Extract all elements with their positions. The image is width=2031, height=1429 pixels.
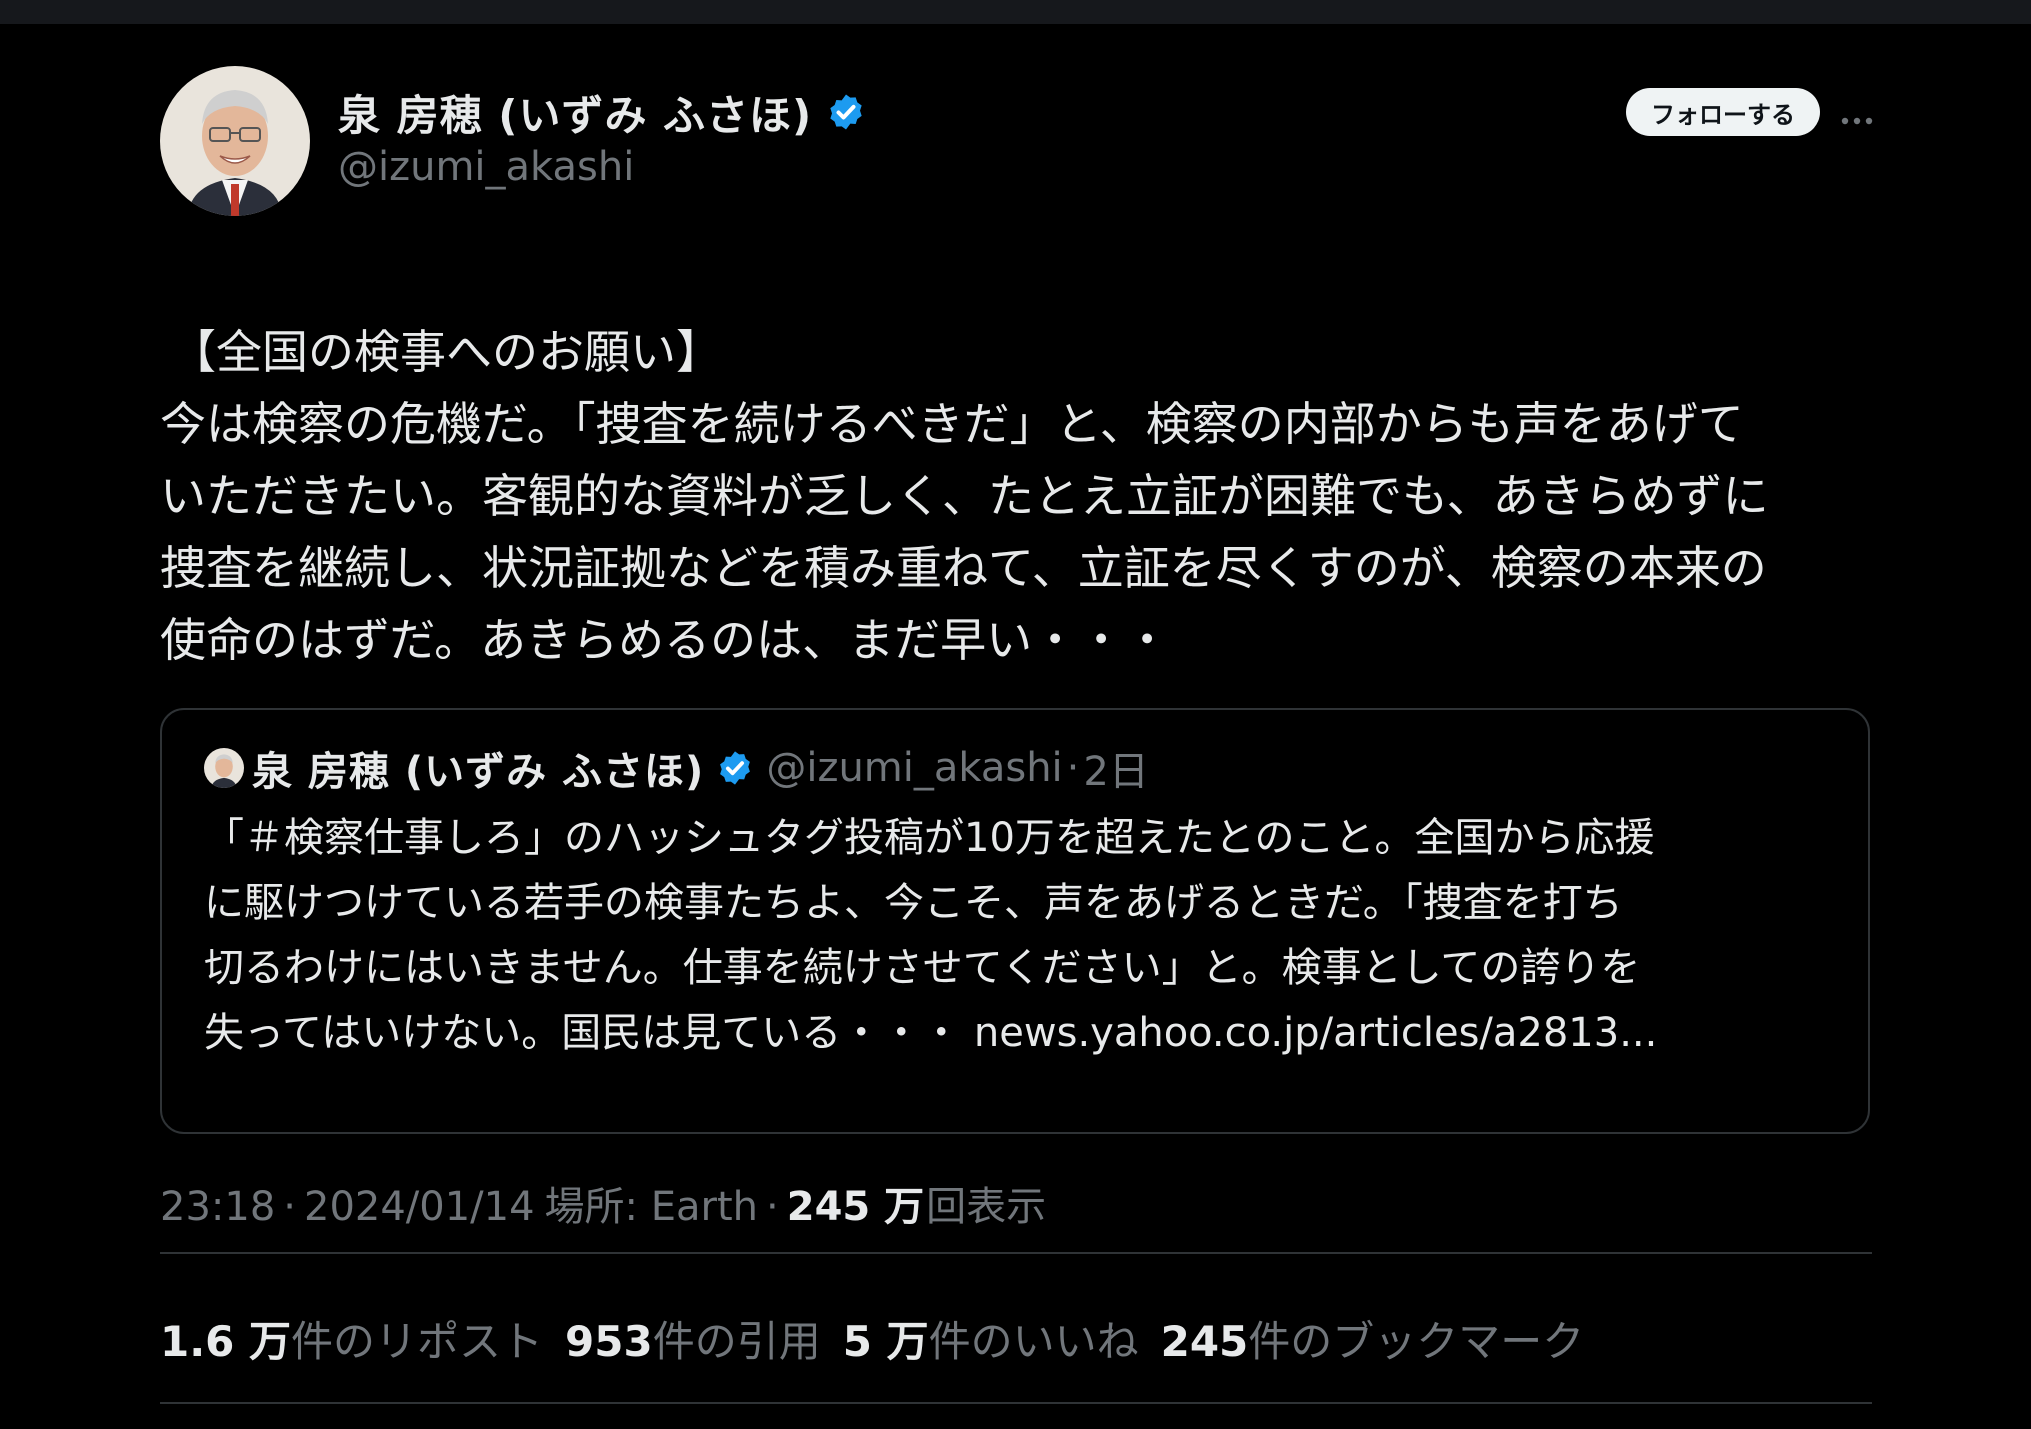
author-display-name[interactable]: 泉 房穂 (いずみ ふさほ)	[338, 82, 812, 143]
separator-dot: ·	[1066, 745, 1080, 791]
quoted-display-name: 泉 房穂 (いずみ ふさほ)	[252, 749, 705, 795]
separator-dot: ·	[766, 1184, 779, 1230]
quoted-link[interactable]: news.yahoo.co.jp/articles/a2813...	[974, 1010, 1657, 1056]
stat-bookmarks[interactable]: 245件のブックマーク	[1161, 1308, 1585, 1369]
quoted-text-line: 切るわけにはいきません。仕事を続けさせてください」と。検事としての誇りを	[204, 945, 1641, 991]
tweet-meta: 23:18 · 2024/01/14 場所: Earth · 245 万 回表示	[160, 1174, 1046, 1232]
stat-count: 1.6 万	[160, 1317, 292, 1366]
views-count: 245 万	[786, 1184, 925, 1230]
verified-badge-icon	[830, 94, 862, 130]
stat-label: 件のリポスト	[291, 1317, 544, 1366]
engagement-stats: 1.6 万件のリポスト 953件の引用 5 万件のいいね 245件のブックマーク	[160, 1308, 1606, 1369]
top-bar	[0, 0, 2031, 24]
stat-quotes[interactable]: 953件の引用	[565, 1308, 821, 1369]
stat-label: 件の引用	[652, 1317, 821, 1366]
stat-count: 245	[1160, 1317, 1249, 1366]
more-icon[interactable]	[1840, 116, 1874, 126]
stat-likes[interactable]: 5 万件のいいね	[843, 1308, 1139, 1369]
author-name-row[interactable]: 泉 房穂 (いずみ ふさほ)	[338, 82, 866, 142]
author-handle[interactable]: @izumi_akashi	[338, 144, 634, 190]
views-label: 回表示	[926, 1184, 1047, 1230]
tweet-date[interactable]: 2024/01/14	[304, 1184, 535, 1230]
avatar[interactable]	[160, 66, 310, 216]
stat-reposts[interactable]: 1.6 万件のリポスト	[160, 1308, 543, 1369]
quoted-avatar	[204, 748, 244, 788]
stat-count: 953	[565, 1317, 653, 1366]
quoted-text-last: 失ってはいけない。国民は見ている・・・	[204, 1010, 974, 1056]
tweet-text-line: 使命のはずだ。あきらめるのは、まだ早い・・・	[160, 613, 1171, 667]
divider	[160, 1402, 1872, 1404]
quoted-tweet[interactable]: 泉 房穂 (いずみ ふさほ) @izumi_akashi · 2日 「＃検察仕事…	[160, 708, 1870, 1134]
quoted-tweet-header: 泉 房穂 (いずみ ふさほ) @izumi_akashi · 2日	[204, 740, 1149, 796]
tweet-text-line: 【全国の検事へのお願い】	[170, 325, 722, 379]
separator-dot: ·	[283, 1184, 296, 1230]
tweet-text: 【全国の検事へのお願い】 今は検察の危機だ。「捜査を続けるべきだ」と、検察の内部…	[160, 316, 1872, 676]
stat-label: 件のブックマーク	[1248, 1317, 1585, 1366]
stat-label: 件のいいね	[928, 1317, 1139, 1366]
tweet-location: 場所: Earth	[544, 1184, 759, 1230]
quoted-text-line: 「＃検察仕事しろ」のハッシュタグ投稿が10万を超えたとのこと。全国から応援	[204, 815, 1655, 861]
tweet-text-line: 捜査を継続し、状況証拠などを積み重ねて、立証を尽くすのが、検察の本来の	[160, 541, 1767, 595]
quoted-handle: @izumi_akashi	[766, 745, 1063, 791]
verified-badge-icon	[720, 751, 751, 785]
tweet-time[interactable]: 23:18	[160, 1184, 275, 1230]
stat-count: 5 万	[842, 1317, 929, 1366]
quoted-text-line: に駆けつけている若手の検事たちよ、今こそ、声をあげるときだ。「捜査を打ち	[204, 880, 1623, 926]
quoted-timestamp[interactable]: 2日	[1083, 739, 1148, 797]
follow-button[interactable]: フォローする	[1626, 88, 1820, 136]
quoted-text-line: 失ってはいけない。国民は見ている・・・ news.yahoo.co.jp/art…	[204, 1001, 1844, 1066]
quoted-tweet-text: 「＃検察仕事しろ」のハッシュタグ投稿が10万を超えたとのこと。全国から応援 に駆…	[204, 806, 1844, 1066]
tweet-text-line: いただきたい。客観的な資料が乏しく、たとえ立証が困難でも、あきらめずに	[160, 469, 1769, 523]
divider	[160, 1252, 1872, 1254]
tweet: 泉 房穂 (いずみ ふさほ) @izumi_akashi フォローする 【全国の…	[160, 24, 1874, 1429]
tweet-text-line: 今は検察の危機だ。「捜査を続けるべきだ」と、検察の内部からも声をあげて	[160, 397, 1744, 451]
